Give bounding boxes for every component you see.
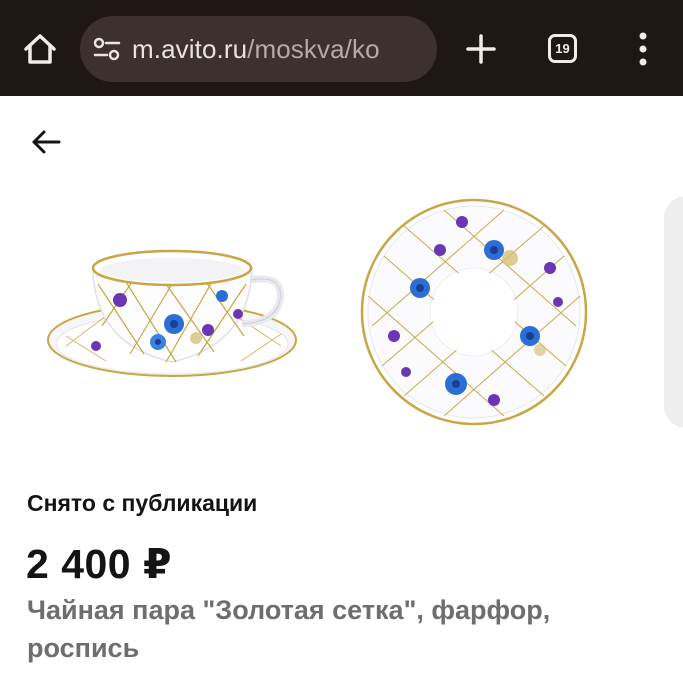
tab-count: 19 [555, 41, 570, 56]
listing-title: Чайная пара "Золотая сетка", фарфор, рос… [27, 595, 551, 663]
url-text[interactable]: m.avito.ru/moskva/ko [132, 33, 380, 65]
tab-switcher-icon[interactable]: 19 [548, 34, 577, 63]
browser-toolbar: m.avito.ru/moskva/ko 19 [0, 0, 683, 96]
teacup-with-saucer-photo[interactable] [26, 196, 326, 428]
more-vert-icon[interactable] [632, 28, 654, 70]
saucer-top-view-photo[interactable] [344, 196, 644, 428]
listing-price: 2 400 ₽ [26, 541, 173, 587]
url-path: /moskva/ko [247, 34, 380, 64]
address-bar[interactable]: m.avito.ru/moskva/ko [80, 16, 437, 82]
listing-status: Снято с публикации [27, 490, 258, 516]
plus-icon[interactable] [462, 30, 500, 68]
photo-gallery[interactable] [0, 196, 683, 428]
arrow-left-icon[interactable] [26, 122, 66, 162]
next-photo-preview[interactable] [664, 196, 683, 428]
site-settings-icon[interactable] [92, 36, 122, 62]
url-host: m.avito.ru [132, 34, 248, 64]
home-icon[interactable] [18, 27, 62, 71]
